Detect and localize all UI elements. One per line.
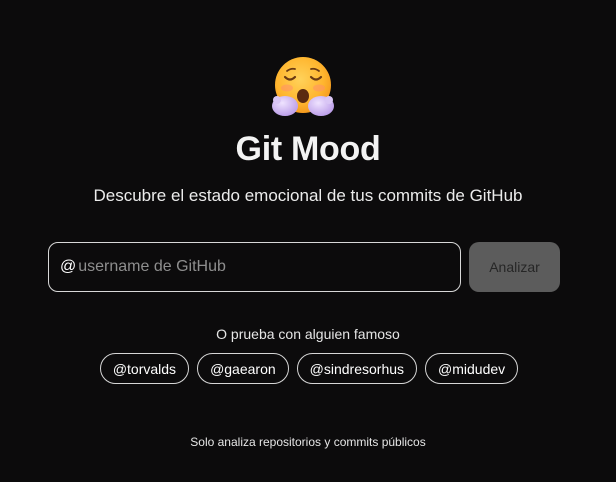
suggestion-chip-gaearon[interactable]: @gaearon	[197, 353, 289, 384]
suggestion-chip-midudev[interactable]: @midudev	[425, 353, 519, 384]
username-input[interactable]	[78, 243, 460, 291]
username-field[interactable]: @	[48, 242, 461, 292]
suggestion-chip-torvalds[interactable]: @torvalds	[99, 353, 190, 384]
app-title: Git Mood	[235, 130, 381, 168]
analyze-button[interactable]: Analizar	[469, 242, 560, 292]
suggestion-chips: @torvalds @gaearon @sindresorhus @midude…	[0, 353, 616, 384]
app-subtitle: Descubre el estado emocional de tus comm…	[93, 186, 523, 205]
footer-note: Solo analiza repositorios y commits públ…	[190, 435, 426, 449]
page: Git Mood Descubre el estado emocional de…	[0, 0, 616, 482]
suggestions-label: O prueba con alguien famoso	[216, 326, 400, 342]
suggestion-chip-sindresorhus[interactable]: @sindresorhus	[296, 353, 418, 384]
at-prefix: @	[60, 258, 77, 275]
smiling-face-with-open-hands-icon	[272, 57, 334, 116]
